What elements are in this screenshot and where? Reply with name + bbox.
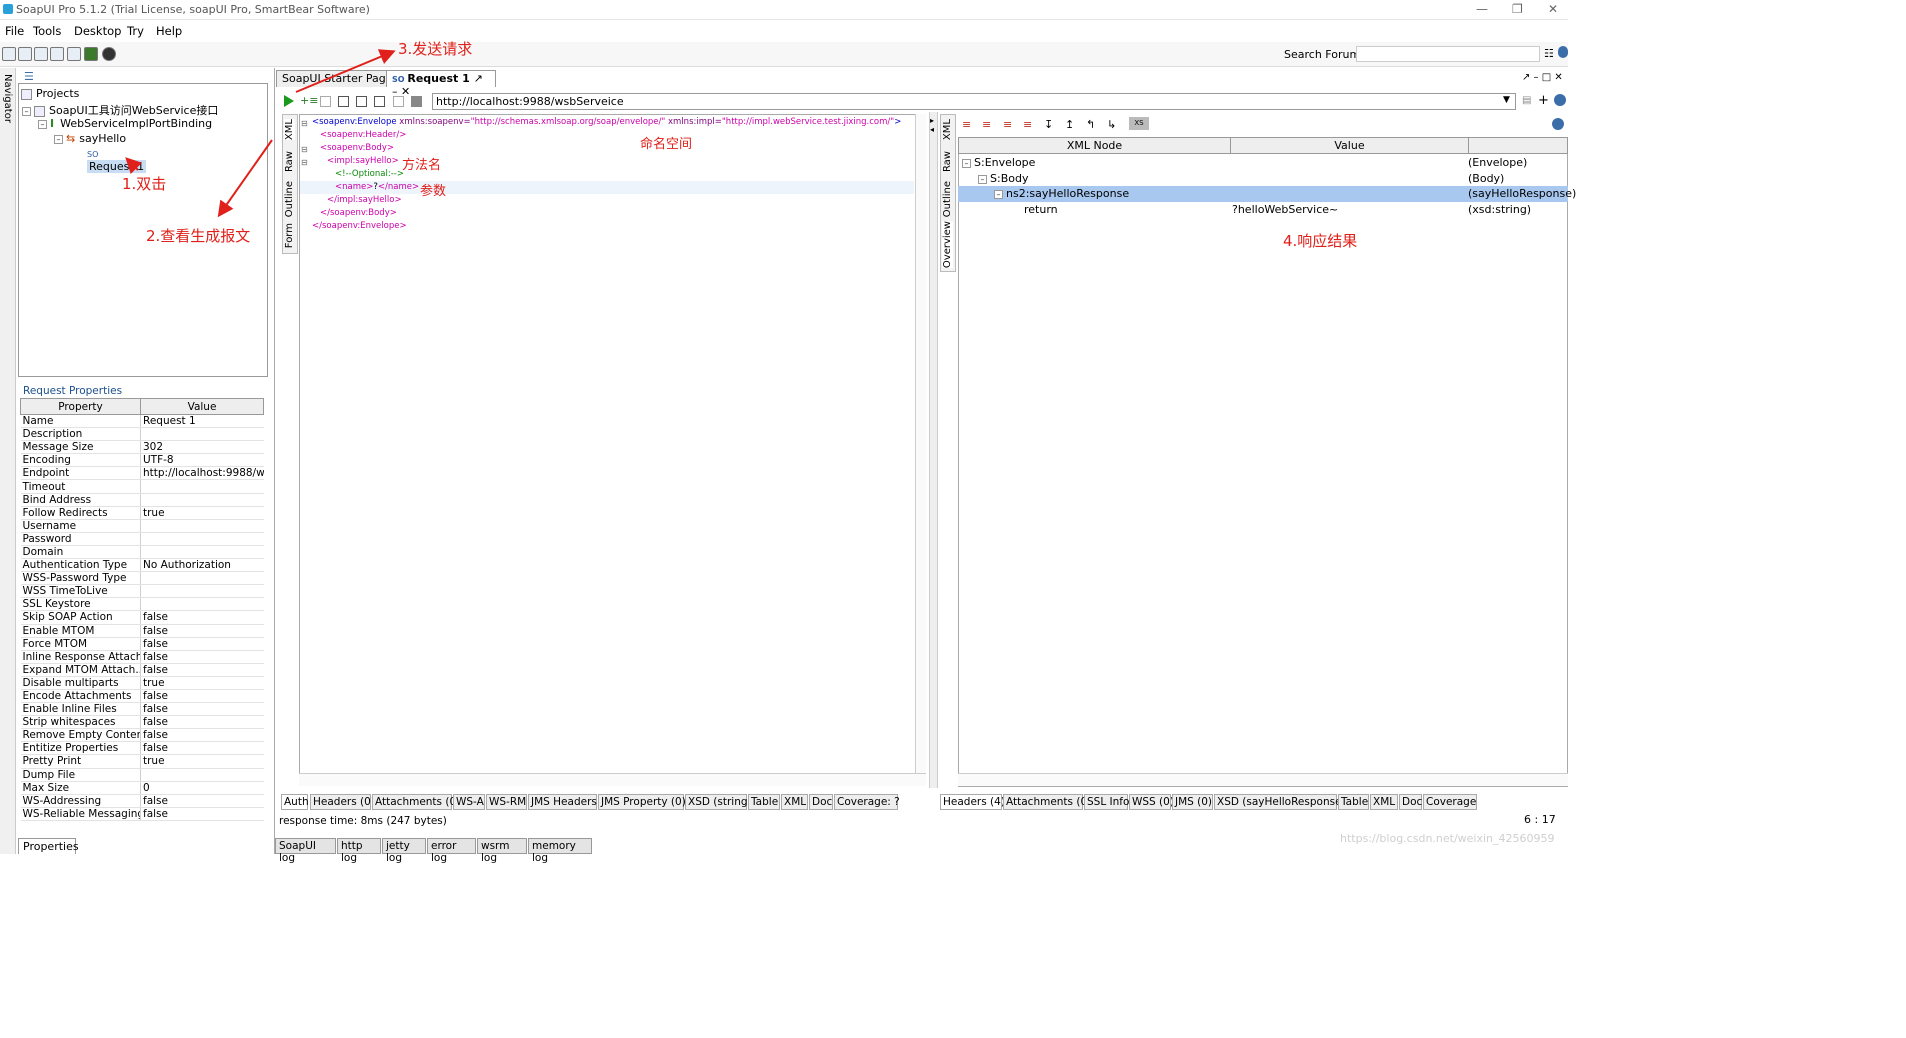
annotation-step3: 3.发送请求	[398, 40, 473, 58]
annotation-param: 参数	[420, 184, 447, 199]
arrow-to-request	[125, 157, 143, 175]
annotation-step4: 4.响应结果	[1283, 232, 1358, 250]
annotation-arrows	[125, 49, 396, 218]
arrow-to-send	[295, 49, 396, 93]
annotation-step2: 2.查看生成报文	[146, 227, 251, 245]
annotation-method: 方法名	[402, 158, 442, 173]
annotation-step1: 1.双击	[122, 175, 167, 193]
watermark: https://blog.csdn.net/weixin_42560959	[1340, 832, 1555, 845]
annotation-namespace: 命名空间	[640, 137, 693, 152]
arrow-to-editor	[217, 139, 273, 218]
